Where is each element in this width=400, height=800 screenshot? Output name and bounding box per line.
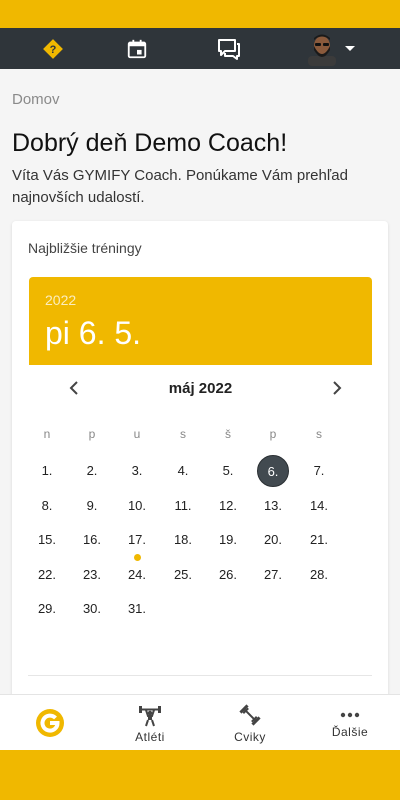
help-icon: ? [43,38,63,59]
calendar-day[interactable]: 30. [76,593,108,625]
dropdown-arrow-icon [345,45,355,51]
calendar-button[interactable] [120,28,154,69]
chevron-right-icon [333,381,342,395]
gymify-logo-icon [36,709,64,737]
selected-date-header: 2022 pi 6. 5. [29,277,372,365]
calendar-day[interactable]: 10. [121,490,153,522]
calendar-day[interactable]: 19. [212,524,244,556]
calendar-day-selected[interactable]: 6. [257,455,289,487]
calendar-day[interactable]: 17. [121,524,153,556]
nav-home[interactable] [0,695,100,751]
calendar-day[interactable]: 11. [167,490,199,522]
calendar-day[interactable]: 9. [76,490,108,522]
calendar-day[interactable]: 14. [303,490,335,522]
nav-athletes-label: Atléti [135,729,165,744]
breadcrumb[interactable]: Domov [12,91,60,108]
weekday-label: s [316,427,322,441]
calendar-day[interactable]: 26. [212,559,244,591]
calendar-day[interactable]: 12. [212,490,244,522]
calendar-day[interactable]: 5. [212,455,244,487]
selected-year[interactable]: 2022 [45,292,76,308]
calendar-day[interactable]: 21. [303,524,335,556]
calendar-day[interactable]: 20. [257,524,289,556]
calendar-day[interactable]: 8. [31,490,63,522]
weightlifter-icon [139,705,161,726]
calendar-day[interactable]: 22. [31,559,63,591]
calendar-day[interactable]: 3. [121,455,153,487]
calendar-day[interactable]: 29. [31,593,63,625]
weekday-label: p [269,427,277,441]
nav-exercises-label: Cviky [234,729,266,744]
calendar-day[interactable]: 16. [76,524,108,556]
calendar-day[interactable]: 31. [121,593,153,625]
weekday-label: u [133,427,141,441]
main-content: Domov Dobrý deň Demo Coach! Víta Vás GYM… [0,69,400,694]
nav-athletes[interactable]: Atléti [100,695,200,751]
upcoming-trainings-card: Najbližšie tréningy 2022 pi 6. 5. máj 20… [12,221,388,694]
calendar-day[interactable]: 24. [121,559,153,591]
nav-exercises[interactable]: Cviky [200,695,300,751]
dumbbell-icon [239,703,261,726]
calendar-day[interactable]: 4. [167,455,199,487]
card-title: Najbližšie tréningy [28,240,142,256]
divider [28,675,372,676]
messages-button[interactable] [211,28,247,69]
calendar-day[interactable]: 15. [31,524,63,556]
svg-text:?: ? [50,44,57,56]
help-button[interactable]: ? [36,28,70,69]
chat-icon [218,38,240,60]
avatar [308,34,336,66]
calendar-day[interactable]: 25. [167,559,199,591]
weekday-label: p [88,427,96,441]
month-navigation: máj 2022 [29,371,372,405]
calendar-day[interactable]: 1. [31,455,63,487]
next-month-button[interactable] [320,371,354,405]
welcome-text: Víta Vás GYMIFY Coach. Ponúkame Vám preh… [12,167,348,206]
page-title: Dobrý deň Demo Coach! [12,129,288,157]
weekday-label: n [43,427,51,441]
more-dots-icon [340,712,360,717]
nav-more[interactable]: Ďalšie [300,695,400,751]
weekday-label: š [225,427,231,441]
nav-more-label: Ďalšie [331,724,369,739]
calendar-day[interactable]: 18. [167,524,199,556]
system-navigation-bar [0,750,400,800]
calendar-day[interactable]: 2. [76,455,108,487]
calendar-day[interactable]: 13. [257,490,289,522]
calendar-day[interactable]: 23. [76,559,108,591]
selected-date: pi 6. 5. [45,315,142,351]
calendar-day[interactable]: 27. [257,559,289,591]
status-bar [0,0,400,28]
calendar-icon [127,39,147,58]
profile-menu[interactable] [300,28,362,69]
top-app-bar: ? [0,28,400,69]
weekday-label: s [180,427,186,441]
bottom-navigation: Atléti Cviky Ďalšie [0,694,400,750]
calendar-day[interactable]: 7. [303,455,335,487]
calendar-day[interactable]: 28. [303,559,335,591]
